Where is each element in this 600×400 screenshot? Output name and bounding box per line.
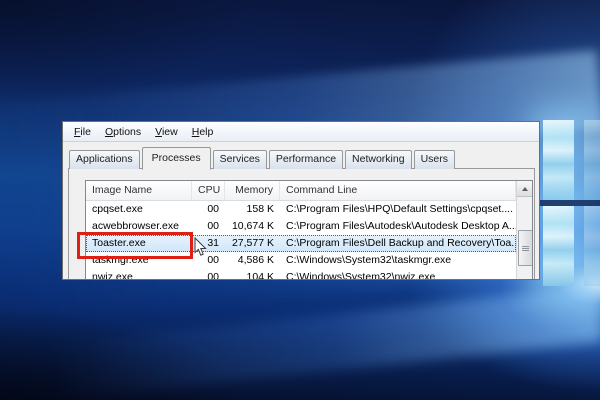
tab-users[interactable]: Users — [413, 150, 455, 169]
menu-view[interactable]: View — [148, 124, 185, 140]
mouse-cursor — [194, 237, 207, 256]
up-arrow-icon — [521, 186, 528, 191]
menu-options[interactable]: Options — [98, 124, 148, 140]
cell-image-name: cpqset.exe — [92, 203, 143, 215]
column-header-command-line[interactable]: Command Line — [280, 181, 516, 200]
cell-cpu: 00 — [207, 203, 219, 215]
cell-command-line: C:\Program Files\HPQ\Default Settings\cp… — [286, 203, 514, 215]
cell-memory: 104 K — [246, 271, 274, 280]
windows-logo-pane — [584, 120, 600, 200]
process-list: Image Name CPU Memory Command Line cpqse… — [85, 180, 533, 280]
windows-logo-pane — [584, 206, 600, 286]
list-header: Image Name CPU Memory Command Line — [86, 181, 516, 201]
cell-command-line: C:\Program Files\Autodesk\Autodesk Deskt… — [286, 220, 516, 232]
highlight-box — [77, 232, 193, 259]
column-header-memory[interactable]: Memory — [225, 181, 280, 200]
column-header-cpu[interactable]: CPU — [192, 181, 225, 200]
windows-logo-divider — [540, 200, 600, 206]
cell-cpu: 00 — [207, 271, 219, 280]
cell-cpu: 00 — [207, 220, 219, 232]
desktop: File Options View Help Applications Proc… — [0, 0, 600, 400]
windows-logo-pane — [543, 120, 574, 200]
tab-networking[interactable]: Networking — [345, 150, 412, 169]
cell-command-line: C:\Windows\System32\nwiz.exe — [286, 271, 436, 280]
menu-help[interactable]: Help — [185, 124, 221, 140]
cell-memory: 27,577 K — [231, 237, 274, 249]
windows-logo-pane — [543, 206, 574, 286]
tab-applications[interactable]: Applications — [69, 150, 140, 169]
tab-services[interactable]: Services — [212, 150, 267, 169]
grip-icon — [522, 245, 529, 251]
vertical-scrollbar[interactable] — [516, 181, 532, 279]
cell-memory: 4,586 K — [237, 254, 274, 266]
tab-performance[interactable]: Performance — [268, 150, 344, 169]
menu-file[interactable]: File — [67, 124, 98, 140]
light-beam — [0, 286, 600, 400]
tab-processes[interactable]: Processes — [141, 147, 211, 170]
column-header-image-name[interactable]: Image Name — [86, 181, 192, 200]
cell-memory: 158 K — [246, 203, 274, 215]
cell-command-line: C:\Windows\System32\taskmgr.exe — [286, 254, 452, 266]
menu-bar: File Options View Help — [63, 122, 539, 142]
cell-memory: 10,674 K — [231, 220, 274, 232]
scroll-up-button[interactable] — [517, 181, 532, 197]
cell-command-line: C:\Program Files\Dell Backup and Recover… — [286, 237, 516, 249]
scrollbar-thumb[interactable] — [518, 230, 532, 266]
process-row-cpqset[interactable]: cpqset.exe 00 158 K C:\Program Files\HPQ… — [86, 201, 516, 218]
process-row-nwiz[interactable]: nwiz.exe 00 104 K C:\Windows\System32\nw… — [86, 269, 516, 280]
cell-image-name: nwiz.exe — [92, 271, 133, 280]
task-manager-window: File Options View Help Applications Proc… — [62, 121, 540, 280]
tab-strip: Applications Processes Services Performa… — [69, 146, 457, 170]
